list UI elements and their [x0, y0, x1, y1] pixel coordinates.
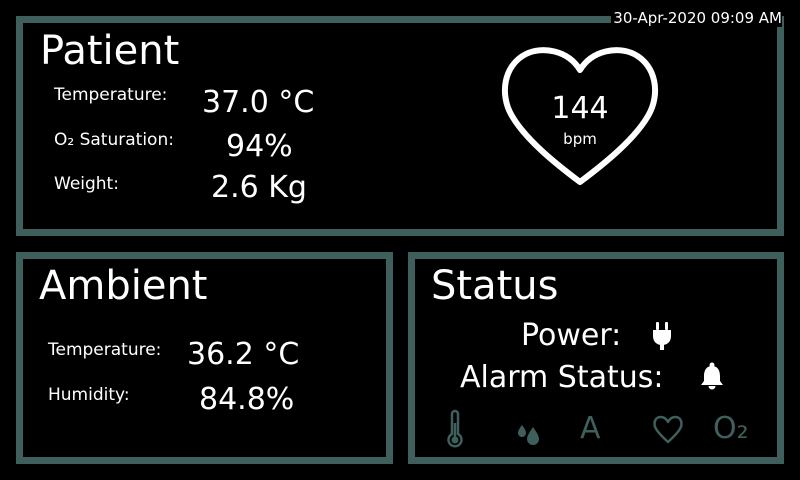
thermometer-icon — [445, 409, 465, 449]
ambient-humidity-value: 84.8% — [199, 382, 295, 417]
patient-temperature-value: 37.0 °C — [202, 85, 315, 120]
patient-panel: Patient Temperature: 37.0 °C O₂ Saturati… — [16, 16, 784, 236]
monitor-screen: 30-Apr-2020 09:09 AM Patient Temperature… — [0, 0, 800, 480]
heart-icon — [651, 409, 685, 449]
droplets-icon — [515, 409, 543, 449]
heart-rate-display: 144 bpm — [490, 42, 670, 192]
alarm-status-label: Alarm Status: — [460, 360, 664, 395]
patient-o2-label: O₂ Saturation: — [54, 130, 174, 150]
ambient-temperature-value: 36.2 °C — [187, 337, 300, 372]
patient-o2-value: 94% — [226, 129, 293, 164]
heart-rate-value: 144 — [551, 91, 609, 126]
status-title: Status — [431, 263, 559, 309]
ambient-panel: Ambient Temperature: 36.2 °C Humidity: 8… — [16, 252, 393, 464]
ambient-humidity-label: Humidity: — [48, 385, 130, 405]
patient-title: Patient — [40, 28, 180, 74]
datetime-display: 30-Apr-2020 09:09 AM — [611, 9, 782, 27]
power-label: Power: — [521, 318, 622, 353]
o2-indicator: O₂ — [713, 411, 749, 446]
heart-rate-unit: bpm — [563, 130, 597, 148]
ambient-title: Ambient — [39, 263, 208, 309]
ambient-temperature-label: Temperature: — [48, 340, 162, 360]
patient-weight-label: Weight: — [54, 174, 119, 194]
bell-icon — [699, 361, 725, 395]
indicator-a: A — [580, 411, 601, 446]
patient-weight-value: 2.6 Kg — [211, 170, 307, 205]
plug-icon — [651, 320, 673, 356]
patient-temperature-label: Temperature: — [54, 85, 168, 105]
status-panel: Status Power: Alarm Status: A O₂ — [408, 252, 784, 464]
